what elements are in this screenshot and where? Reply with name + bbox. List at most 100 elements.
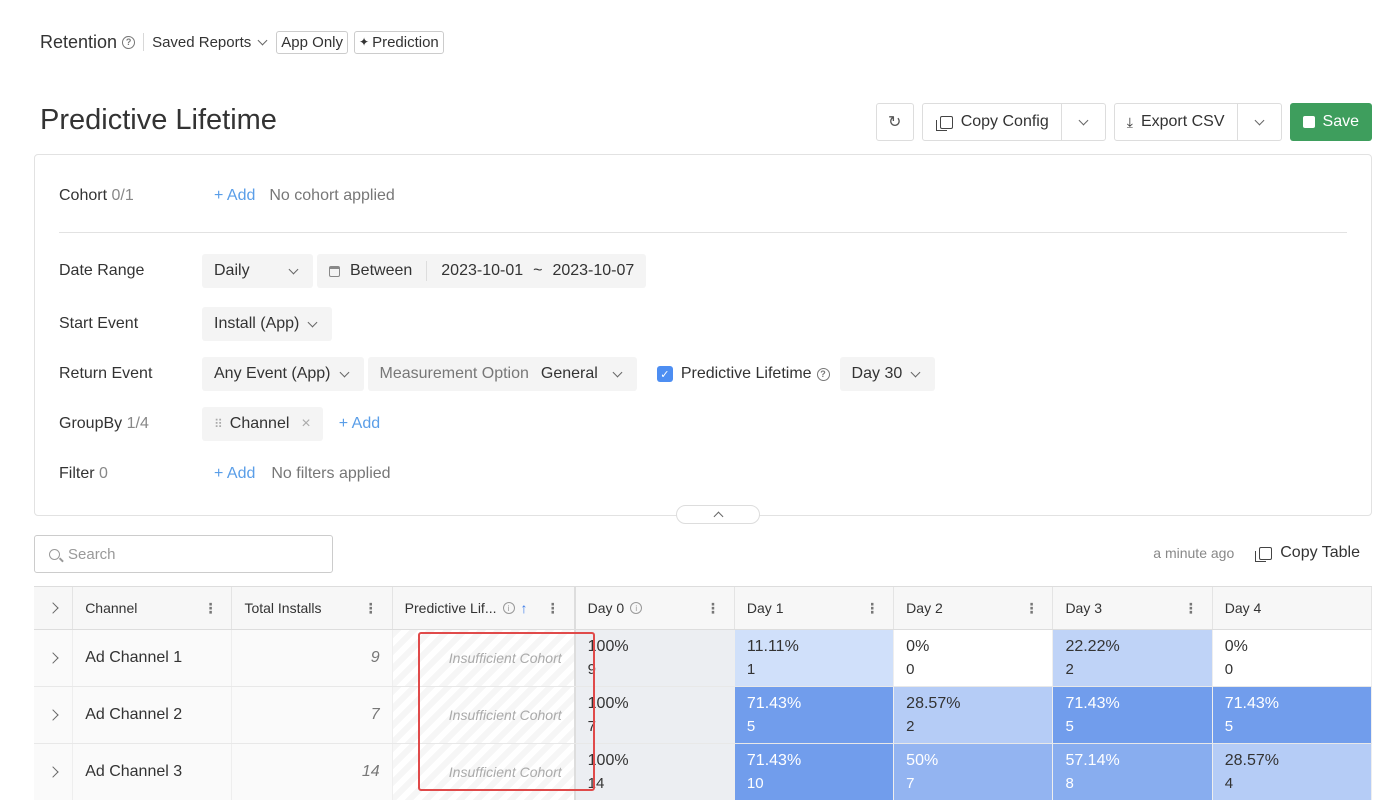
app-only-tag[interactable]: App Only	[276, 30, 348, 54]
channel-cell: Ad Channel 3	[73, 744, 233, 800]
predictive-lifetime-cell: Insufficient Cohort	[392, 687, 576, 743]
saved-reports-dropdown[interactable]: Saved Reports	[152, 34, 270, 51]
search-icon	[49, 548, 60, 560]
more-vertical-icon[interactable]: ⋮	[1024, 600, 1038, 617]
info-icon[interactable]: i	[630, 602, 643, 614]
groupby-chip-channel[interactable]: ⠿ Channel ×	[202, 407, 323, 441]
retention-table: Channel ⋮ Total Installs ⋮ Predictive Li…	[34, 586, 1372, 800]
table-row: Ad Channel 3 14 Insufficient Cohort 100% 14 7…	[34, 744, 1372, 800]
copy-table-button[interactable]: Copy Table	[1254, 544, 1360, 562]
groupby-count: 1/4	[126, 415, 149, 432]
save-button[interactable]: Save	[1289, 103, 1372, 141]
cohort-title: Cohort	[59, 187, 108, 204]
filter-label: Filter 0	[59, 465, 202, 483]
predictive-day-select[interactable]: Day 30	[839, 357, 936, 391]
retention-count: 5	[1065, 718, 1074, 735]
more-vertical-icon[interactable]: ⋮	[203, 600, 217, 617]
column-header-channel[interactable]: Channel ⋮	[73, 587, 233, 629]
date-end: 2023-10-07	[552, 262, 635, 279]
expand-row-button[interactable]	[34, 744, 74, 800]
help-icon[interactable]: ?	[816, 367, 830, 381]
copy-config-dropdown[interactable]	[1060, 104, 1105, 140]
help-icon[interactable]: ?	[122, 35, 136, 49]
groupby-row: GroupBy 1/4 ⠿ Channel × + Add	[59, 407, 380, 441]
add-filter-link[interactable]: + Add	[214, 465, 255, 483]
expand-all-button[interactable]	[34, 587, 74, 629]
retention-cell: 71.43% 10	[734, 744, 895, 800]
info-icon[interactable]: i	[502, 602, 515, 614]
date-range-picker[interactable]: Between 2023-10-01 ~ 2023-10-07	[317, 254, 647, 288]
add-cohort-link[interactable]: + Add	[214, 187, 255, 205]
filter-empty-text: No filters applied	[271, 465, 391, 482]
divider	[59, 232, 1347, 233]
column-title: Day 1	[746, 600, 784, 616]
column-title: Day 0	[587, 600, 625, 616]
expand-row-button[interactable]	[34, 687, 74, 743]
report-type-title: Retention	[40, 31, 118, 52]
start-event-select[interactable]: Install (App)	[202, 307, 333, 341]
drag-handle-icon[interactable]: ⠿	[214, 417, 223, 431]
granularity-value: Daily	[214, 262, 250, 279]
copy-config-button[interactable]: Copy Config	[923, 104, 1061, 140]
more-vertical-icon[interactable]: ⋮	[865, 600, 879, 617]
retention-cell: 100% 7	[575, 687, 735, 743]
retention-count: 1	[746, 661, 756, 678]
table-meta: a minute ago Copy Table	[1153, 544, 1360, 562]
retention-percent: 100%	[587, 752, 629, 769]
column-title: Predictive Lif...	[404, 600, 497, 616]
chevron-down-icon	[288, 264, 299, 275]
collapse-panel-button[interactable]	[676, 505, 760, 524]
retention-count: 7	[906, 775, 915, 792]
return-event-row: Return Event Any Event (App) Measurement…	[59, 357, 939, 391]
retention-percent: 71.43%	[746, 752, 802, 769]
cohort-count: 0/1	[111, 187, 134, 204]
sort-ascending-icon[interactable]: ↑	[521, 600, 528, 616]
prediction-label: Prediction	[372, 33, 439, 51]
add-groupby-link[interactable]: + Add	[339, 415, 380, 433]
export-csv-dropdown[interactable]	[1236, 104, 1281, 140]
expand-row-button[interactable]	[34, 630, 74, 686]
export-csv-button[interactable]: ⤓ Export CSV	[1115, 104, 1237, 140]
filter-title: Filter	[59, 465, 95, 482]
chevron-right-icon	[47, 766, 59, 778]
refresh-button[interactable]: ↻	[875, 103, 914, 141]
cohort-row: Cohort 0/1 + Add No cohort applied	[59, 179, 395, 213]
measurement-option-select[interactable]: Measurement Option General	[367, 357, 637, 391]
last-updated-text: a minute ago	[1153, 545, 1235, 561]
search-input[interactable]: Search	[34, 535, 333, 573]
retention-count: 9	[587, 661, 596, 678]
return-event-select[interactable]: Any Event (App)	[202, 357, 364, 391]
close-icon[interactable]: ×	[301, 415, 310, 433]
chevron-right-icon	[47, 602, 59, 614]
column-header-predictive-lifetime[interactable]: Predictive Lif... i ↑ ⋮	[393, 587, 576, 629]
retention-cell: 71.43% 5	[734, 687, 895, 743]
retention-count: 7	[587, 718, 596, 735]
retention-cell: 0% 0	[1212, 630, 1372, 686]
more-vertical-icon[interactable]: ⋮	[546, 600, 560, 617]
column-header-total-installs[interactable]: Total Installs ⋮	[232, 587, 393, 629]
predictive-lifetime-cell: Insufficient Cohort	[392, 630, 576, 686]
column-header-day-1[interactable]: Day 1 ⋮	[735, 587, 895, 629]
more-vertical-icon[interactable]: ⋮	[1184, 600, 1198, 617]
predictive-day-value: Day 30	[851, 365, 903, 382]
predictive-lifetime-checkbox[interactable]: ✓	[656, 366, 673, 382]
copy-icon	[935, 115, 953, 131]
top-bar: Retention ? Saved Reports App Only ✦ Pre…	[40, 28, 444, 56]
column-header-day-2[interactable]: Day 2 ⋮	[894, 587, 1054, 629]
retention-percent: 100%	[587, 695, 629, 712]
granularity-select[interactable]: Daily	[202, 254, 313, 288]
date-range-label: Date Range	[59, 262, 145, 279]
column-header-day-0[interactable]: Day 0 i ⋮	[576, 587, 735, 629]
retention-count: 0	[906, 661, 915, 678]
more-vertical-icon[interactable]: ⋮	[706, 600, 720, 617]
column-header-day-4[interactable]: Day 4	[1213, 587, 1372, 629]
chevron-up-icon	[713, 511, 723, 521]
prediction-tag[interactable]: ✦ Prediction	[354, 30, 444, 54]
retention-cell: 71.43% 5	[1212, 687, 1372, 743]
column-header-day-3[interactable]: Day 3 ⋮	[1053, 587, 1213, 629]
more-vertical-icon[interactable]: ⋮	[364, 600, 378, 617]
total-installs-cell: 14	[232, 744, 393, 800]
retention-cell: 22.22% 2	[1053, 630, 1213, 686]
header-actions: ↻ Copy Config ⤓ Export CSV Save	[875, 103, 1372, 141]
export-csv-label: Export CSV	[1140, 113, 1225, 130]
